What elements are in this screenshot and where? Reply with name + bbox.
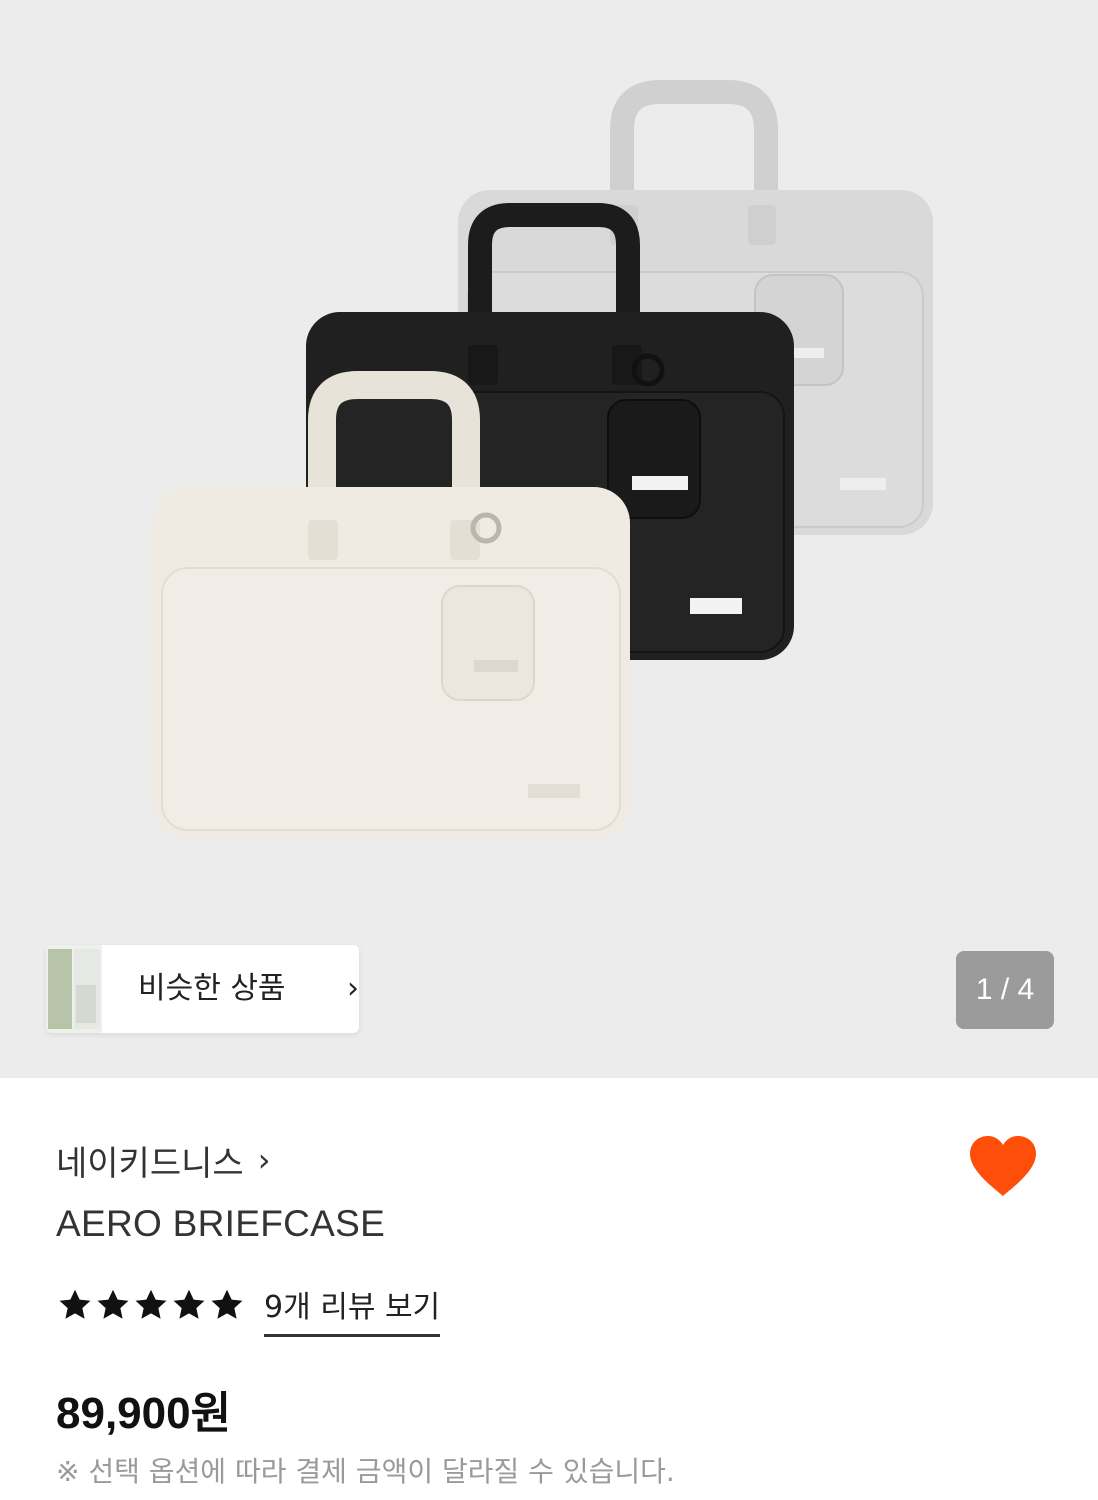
image-page-indicator: 1 / 4 bbox=[956, 951, 1054, 1029]
similar-product-thumbnail bbox=[46, 945, 102, 1033]
price-notice: ※ 선택 옵션에 따라 결제 금액이 달라질 수 있습니다. bbox=[56, 1455, 675, 1488]
brand-link[interactable]: 네이키드니스 › bbox=[56, 1135, 270, 1185]
rating-row: 9개 리뷰 보기 bbox=[56, 1280, 441, 1337]
star-icon bbox=[97, 1289, 129, 1319]
chevron-right-icon: › bbox=[347, 971, 359, 1006]
star-icon bbox=[135, 1289, 167, 1319]
chevron-right-icon: › bbox=[257, 1141, 271, 1179]
heart-icon[interactable] bbox=[968, 1134, 1038, 1200]
brand-name: 네이키드니스 bbox=[56, 1143, 244, 1184]
product-image-gallery[interactable]: 비슷한 상품 › 1 / 4 bbox=[0, 0, 1098, 1078]
rating-stars bbox=[56, 1287, 246, 1323]
star-icon bbox=[59, 1289, 91, 1319]
star-icon bbox=[173, 1289, 205, 1319]
product-price: 89,900원 bbox=[56, 1389, 232, 1438]
product-image bbox=[152, 80, 933, 839]
view-reviews-link[interactable]: 9개 리뷰 보기 bbox=[264, 1282, 441, 1337]
product-title: AERO BRIEFCASE bbox=[56, 1203, 386, 1244]
similar-products-label: 비슷한 상품 bbox=[138, 971, 286, 1006]
star-icon bbox=[211, 1289, 243, 1319]
similar-products-button[interactable]: 비슷한 상품 › bbox=[46, 945, 359, 1033]
